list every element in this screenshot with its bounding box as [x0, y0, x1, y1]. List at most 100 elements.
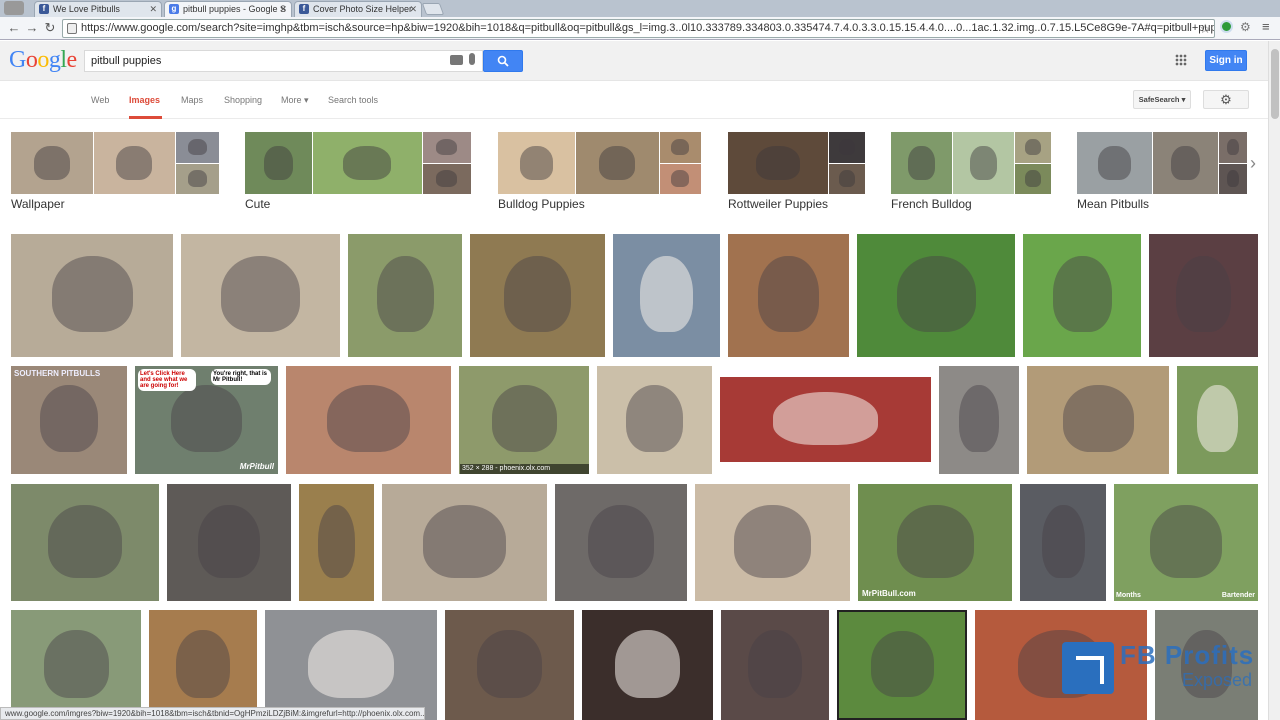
thumbnail-image: [176, 163, 220, 194]
active-tab-indicator: [129, 116, 162, 119]
settings-button[interactable]: ⚙: [1203, 90, 1249, 109]
image-result[interactable]: [167, 484, 291, 601]
google-header: Google pitbull puppies Sign in: [0, 41, 1280, 81]
microphone-icon[interactable]: [469, 53, 475, 65]
image-result[interactable]: [613, 234, 720, 357]
related-search-bulldog-puppies[interactable]: Bulldog Puppies: [498, 132, 701, 212]
image-result[interactable]: [555, 484, 687, 601]
image-result[interactable]: SOUTHERN PITBULLS: [11, 366, 127, 474]
extension-icon[interactable]: [1220, 20, 1233, 33]
image-result[interactable]: [939, 366, 1019, 474]
related-search-wallpaper[interactable]: Wallpaper: [11, 132, 220, 212]
close-tab-icon[interactable]: ✕: [409, 2, 417, 16]
back-icon[interactable]: ←: [6, 20, 22, 36]
tab-more[interactable]: More ▾: [281, 95, 309, 106]
sign-in-button[interactable]: Sign in: [1205, 50, 1247, 71]
tab-shopping[interactable]: Shopping: [224, 95, 262, 105]
browser-menu-icon[interactable]: ≡: [1262, 19, 1270, 34]
image-result[interactable]: [1023, 234, 1141, 357]
watermark-logo: FB Profits Exposed: [1062, 640, 1262, 695]
image-result[interactable]: [265, 610, 437, 720]
search-nav: Web Images Maps Shopping More ▾ Search t…: [0, 82, 1280, 119]
image-result[interactable]: [582, 610, 713, 720]
status-bar-url: www.google.com/imgres?biw=1920&bih=1018&…: [0, 707, 425, 720]
thumbnail-image: [498, 132, 575, 194]
image-result[interactable]: [857, 234, 1015, 357]
image-result[interactable]: [470, 234, 605, 357]
related-thumbnails: [1077, 132, 1247, 194]
speech-bubble: You're right, that is Mr Pitbull!: [211, 369, 271, 385]
image-result[interactable]: [1020, 484, 1106, 601]
tab-maps[interactable]: Maps: [181, 95, 203, 105]
browser-tab-active[interactable]: g pitbull puppies - Google S ✕: [164, 1, 292, 17]
image-result[interactable]: [1149, 234, 1258, 357]
address-bar[interactable]: https://www.google.com/search?site=imghp…: [62, 19, 1215, 38]
thumbnail-image: [245, 132, 312, 194]
thumbnail-image: [422, 132, 471, 163]
chevron-right-icon[interactable]: ›: [1250, 153, 1256, 174]
image-size-caption: 352 × 288 - phoenix.olx.com: [460, 464, 589, 474]
browser-chrome: f We Love Pitbulls ✕ g pitbull puppies -…: [0, 0, 1280, 40]
image-result[interactable]: [720, 377, 931, 462]
related-label: French Bulldog: [891, 197, 972, 211]
image-result[interactable]: [149, 610, 257, 720]
related-search-rottweiler-puppies[interactable]: Rottweiler Puppies: [728, 132, 865, 212]
search-input[interactable]: pitbull puppies: [84, 50, 483, 72]
browser-tab[interactable]: f Cover Photo Size Helper ✕: [294, 1, 422, 17]
image-result[interactable]: [181, 234, 340, 357]
google-logo[interactable]: Google: [9, 47, 77, 74]
tab-web[interactable]: Web: [91, 95, 109, 105]
image-result[interactable]: [695, 484, 850, 601]
image-result[interactable]: [286, 366, 451, 474]
related-search-cute[interactable]: Cute: [245, 132, 471, 212]
new-tab-button[interactable]: [421, 3, 445, 15]
image-result[interactable]: [299, 484, 374, 601]
image-result[interactable]: [1027, 366, 1169, 474]
search-button[interactable]: [483, 50, 523, 72]
google-icon: g: [169, 4, 179, 14]
thumbnail-image: [422, 163, 471, 194]
image-result[interactable]: Months Bartender: [1114, 484, 1258, 601]
thumbnail-image: [828, 163, 865, 194]
thumbnail-image: [1015, 163, 1051, 194]
bookmark-star-icon[interactable]: ☆: [1199, 20, 1211, 37]
tab-search-tools[interactable]: Search tools: [328, 95, 378, 105]
image-result[interactable]: [837, 610, 967, 720]
image-result[interactable]: [11, 484, 159, 601]
page-scrollbar[interactable]: [1268, 41, 1280, 720]
related-thumbnails: [245, 132, 471, 194]
image-result[interactable]: [721, 610, 829, 720]
tab-images[interactable]: Images: [129, 95, 160, 105]
image-result[interactable]: Let's Click Here and see what we are goi…: [135, 366, 278, 474]
image-result[interactable]: MrPitBull.com: [858, 484, 1012, 601]
reload-icon[interactable]: ↻: [42, 20, 58, 36]
image-result[interactable]: [597, 366, 712, 474]
browser-tab[interactable]: f We Love Pitbulls ✕: [34, 1, 162, 17]
image-result[interactable]: [348, 234, 462, 357]
image-result[interactable]: [382, 484, 547, 601]
thumbnail-image: [93, 132, 176, 194]
related-thumbnails: [11, 132, 220, 194]
extension-icon[interactable]: ⚙: [1240, 20, 1251, 34]
image-result[interactable]: [445, 610, 574, 720]
image-result[interactable]: [728, 234, 849, 357]
image-result[interactable]: [11, 234, 173, 357]
thumbnail-image: [11, 132, 93, 194]
window-menu-icon[interactable]: [4, 1, 24, 15]
related-search-french-bulldog[interactable]: French Bulldog: [891, 132, 1051, 212]
safesearch-button[interactable]: SafeSearch ▾: [1133, 90, 1191, 109]
thumbnail-image: [828, 132, 865, 163]
image-result-selected[interactable]: [459, 366, 589, 474]
forward-icon[interactable]: →: [24, 20, 40, 36]
image-result[interactable]: [11, 610, 141, 720]
growth-arrow-icon: [1062, 642, 1114, 694]
camera-icon[interactable]: [450, 55, 463, 65]
thumbnail-image: [953, 132, 1015, 194]
image-result[interactable]: [1177, 366, 1258, 474]
close-tab-icon[interactable]: ✕: [279, 2, 287, 16]
thumbnail-image: [659, 163, 701, 194]
scrollbar-thumb[interactable]: [1271, 49, 1279, 119]
related-search-mean-pitbulls[interactable]: Mean Pitbulls: [1077, 132, 1247, 212]
close-tab-icon[interactable]: ✕: [149, 2, 157, 16]
apps-grid-icon[interactable]: [1175, 54, 1187, 66]
